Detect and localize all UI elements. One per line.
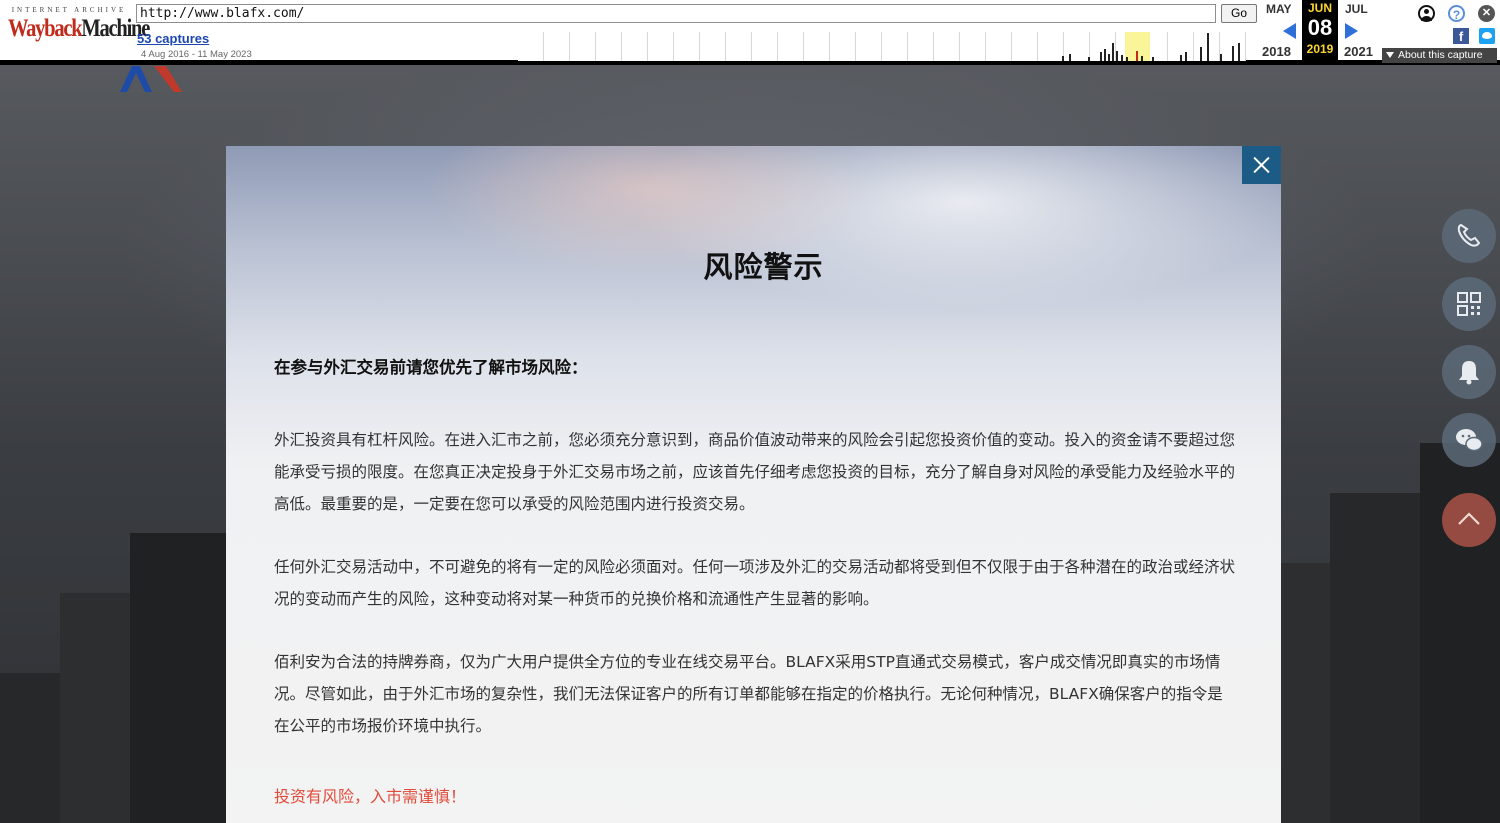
current-capture-date: JUN 08 2019	[1302, 0, 1338, 61]
modal-close-button[interactable]	[1242, 146, 1281, 184]
twitter-icon[interactable]	[1479, 28, 1495, 44]
wayback-logo-a: Wayback	[8, 15, 83, 42]
capture-sparkline[interactable]	[518, 32, 1246, 61]
sparkline-bar	[1062, 56, 1064, 61]
sparkline-bar	[1207, 33, 1209, 61]
sparkline-bar	[1126, 57, 1128, 61]
building	[1330, 493, 1420, 823]
capture-range: 4 Aug 2016 - 11 May 2023	[141, 49, 252, 60]
wechat-icon	[1456, 429, 1483, 452]
modal-paragraph: 外汇投资具有杠杆风险。在进入汇市之前，您必须充分意识到，商品价值波动带来的风险会…	[274, 431, 1236, 513]
wayback-logo[interactable]: INTERNET ARCHIVE WaybackMachine	[8, 6, 150, 56]
user-icon[interactable]	[1418, 5, 1435, 22]
next-month[interactable]: JUL	[1345, 2, 1368, 16]
sparkline-bar	[1112, 43, 1114, 61]
sparkline-bar	[1200, 47, 1202, 61]
notification-button[interactable]	[1442, 345, 1496, 399]
modal-paragraph: 佰利安为合法的持牌券商，仅为广大用户提供全方位的专业在线交易平台。BLAFX采用…	[274, 653, 1223, 735]
next-capture-arrow-icon[interactable]	[1345, 23, 1358, 39]
wayback-logo-top: INTERNET ARCHIVE	[11, 6, 127, 14]
help-icon[interactable]: ?	[1448, 5, 1465, 22]
wayback-logo-main: WaybackMachine	[8, 15, 150, 42]
current-month: JUN	[1307, 1, 1332, 15]
prev-month[interactable]: MAY	[1266, 2, 1292, 16]
sparkline-bar	[1121, 55, 1123, 61]
current-year: 2019	[1306, 42, 1334, 56]
qrcode-icon	[1457, 292, 1481, 316]
sparkline-bar	[1141, 56, 1143, 61]
current-day: 08	[1307, 15, 1333, 40]
facebook-icon[interactable]: f	[1453, 28, 1469, 44]
sparkline-bar	[1238, 43, 1240, 61]
sparkline-bar	[1069, 54, 1071, 61]
modal-paragraph: 任何外汇交易活动中，不可避免的将有一定的风险必须面对。任何一项涉及外汇的交易活动…	[274, 558, 1236, 608]
next-year[interactable]: 2021	[1344, 44, 1373, 59]
phone-icon	[1457, 223, 1481, 247]
sparkline-bar	[1108, 54, 1110, 61]
bell-icon	[1459, 361, 1479, 385]
close-icon[interactable]: ✕	[1478, 5, 1495, 22]
sparkline-bar-current	[1136, 51, 1138, 61]
go-button[interactable]: Go	[1221, 4, 1257, 23]
captures-link[interactable]: 53 captures	[137, 31, 209, 46]
risk-warning-modal: 风险警示 在参与外汇交易前请您优先了解市场风险： 外汇投资具有杠杆风险。在进入汇…	[226, 146, 1281, 823]
url-input[interactable]: http://www.blafx.com/	[136, 4, 1216, 23]
modal-warning: 投资有风险，入市需谨慎！	[274, 787, 467, 806]
back-to-top-button[interactable]	[1442, 493, 1496, 547]
modal-title: 风险警示	[703, 250, 824, 284]
building	[60, 593, 130, 823]
sparkline-bar	[1104, 49, 1106, 61]
sparkline-bar	[1232, 46, 1234, 61]
building	[130, 533, 226, 823]
prev-capture-arrow-icon[interactable]	[1283, 23, 1296, 39]
arrow-up-icon	[1458, 512, 1480, 525]
sparkline-bar	[1185, 52, 1187, 61]
wechat-button[interactable]	[1442, 413, 1496, 467]
qrcode-button[interactable]	[1442, 277, 1496, 331]
prev-year[interactable]: 2018	[1262, 44, 1291, 59]
sparkline-bar	[1152, 57, 1154, 61]
sparkline-bar	[1088, 57, 1090, 61]
about-capture-button[interactable]: About this capture	[1382, 48, 1497, 63]
site-logo-icon	[120, 66, 182, 92]
wayback-toolbar: INTERNET ARCHIVE WaybackMachine http://w…	[0, 0, 1500, 65]
sparkline-bar	[1180, 55, 1182, 61]
sparkline-bar	[1100, 52, 1102, 61]
site-logo[interactable]	[118, 64, 278, 94]
phone-button[interactable]	[1442, 209, 1496, 263]
sparkline-bar	[1220, 54, 1222, 61]
sparkline-bar	[1116, 51, 1118, 61]
modal-intro: 在参与外汇交易前请您优先了解市场风险：	[274, 358, 588, 377]
